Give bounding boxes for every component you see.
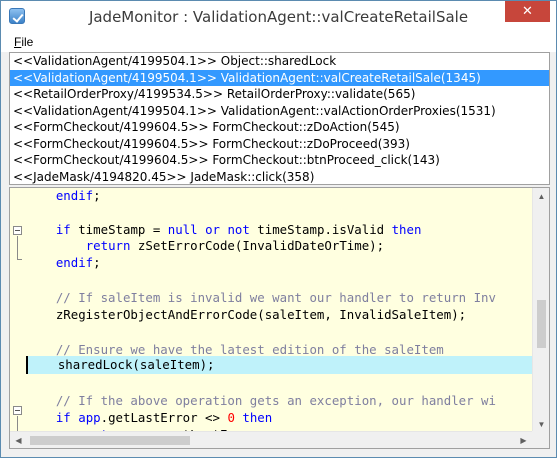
code-token: endif [55,255,94,270]
code-editor[interactable]: endif; if timeStamp = null or not timeSt… [9,187,550,449]
code-line[interactable]: endif; [26,188,532,205]
code-token: if [55,410,71,425]
scroll-left-arrow-icon[interactable]: ◀ [10,432,27,448]
code-line[interactable]: if app.getLastError <> 0 then [26,409,532,427]
menu-file-rest: ile [21,35,34,49]
close-button[interactable]: ✕ [505,1,550,22]
code-token: timeStamp.isValid [249,222,392,237]
call-stack-row[interactable]: <<ValidationAgent/4199504.1>> Validation… [10,69,549,86]
code-token: // If the above operation gets an except… [26,393,496,408]
fold-guide [17,236,18,259]
horizontal-scroll-thumb[interactable] [30,436,190,445]
code-token: ; [93,255,101,270]
code-token: app [78,410,101,425]
code-line[interactable] [26,374,532,392]
code-token: return [85,238,131,253]
code-token: sharedLock(saleItem); [28,357,215,372]
code-token: timeStamp = [70,222,168,237]
menu-file[interactable]: File [14,35,33,49]
code-token: then [242,410,273,425]
scroll-up-arrow-icon[interactable]: ▲ [533,188,549,205]
code-token: then [391,222,422,237]
fold-end-marker [17,259,22,260]
code-token: // If saleItem is invalid we want our ha… [26,290,496,305]
code-token: .getLastError <> [100,410,228,425]
code-line[interactable] [26,324,532,342]
jade-monitor-window: JadeMonitor : ValidationAgent::valCreate… [0,0,557,458]
fold-toggle-icon[interactable] [13,406,22,415]
code-token: not [227,222,250,237]
scroll-right-arrow-icon[interactable]: ▶ [515,432,532,448]
call-stack-row[interactable]: <<ValidationAgent/4199504.1>> Object::sh… [10,53,549,70]
code-token: // Ensure we have the latest edition of … [26,342,444,357]
call-stack-row[interactable]: <<FormCheckout/4199604.5>> FormCheckout:… [10,136,549,153]
code-text-area[interactable]: endif; if timeStamp = null or not timeSt… [26,188,532,433]
scrollbar-corner [532,431,549,448]
code-line[interactable]: endif; [26,254,532,272]
title-bar[interactable]: JadeMonitor : ValidationAgent::valCreate… [1,1,556,32]
code-token: if [55,222,71,237]
code-line[interactable]: zRegisterObjectAndErrorCode(saleItem, In… [26,306,532,324]
window-title: JadeMonitor : ValidationAgent::valCreate… [88,8,469,26]
code-token: 0 [227,410,235,425]
code-token: zRegisterObjectAndErrorCode(saleItem, In… [26,307,467,322]
code-token: null [167,222,198,237]
code-token: endif [55,188,94,203]
call-stack-row[interactable]: <<RetailOrderProxy/4199534.5>> RetailOrd… [10,86,549,103]
code-token: zSetErrorCode(InvalidDateOrTime); [130,238,385,253]
code-line[interactable]: // If the above operation gets an except… [26,392,532,410]
vertical-scrollbar[interactable]: ▲ ▼ [532,188,549,433]
code-token: ; [93,188,101,203]
code-line[interactable] [26,271,532,289]
horizontal-scrollbar[interactable]: ◀ ▶ [10,431,532,448]
fold-toggle-icon[interactable] [13,226,22,235]
call-stack-list[interactable]: <<ValidationAgent/4199504.1>> Object::sh… [9,52,550,185]
call-stack-row[interactable]: <<FormCheckout/4199604.5>> FormCheckout:… [10,119,549,136]
current-code-line[interactable]: sharedLock(saleItem); [26,356,532,374]
call-stack-row[interactable]: <<ValidationAgent/4199504.1>> Validation… [10,103,549,120]
fold-gutter [10,188,26,433]
call-stack-row[interactable]: <<JadeMask/4194820.45>> JadeMask::click(… [10,169,549,185]
menu-bar: File [1,32,556,52]
code-line[interactable]: return zSetErrorCode(InvalidDateOrTime); [26,237,532,255]
code-line[interactable]: // If saleItem is invalid we want our ha… [26,289,532,307]
vertical-scroll-thumb[interactable] [537,300,546,348]
call-stack-row[interactable]: <<FormCheckout/4199604.5>> FormCheckout:… [10,152,549,169]
code-token: or [205,222,220,237]
